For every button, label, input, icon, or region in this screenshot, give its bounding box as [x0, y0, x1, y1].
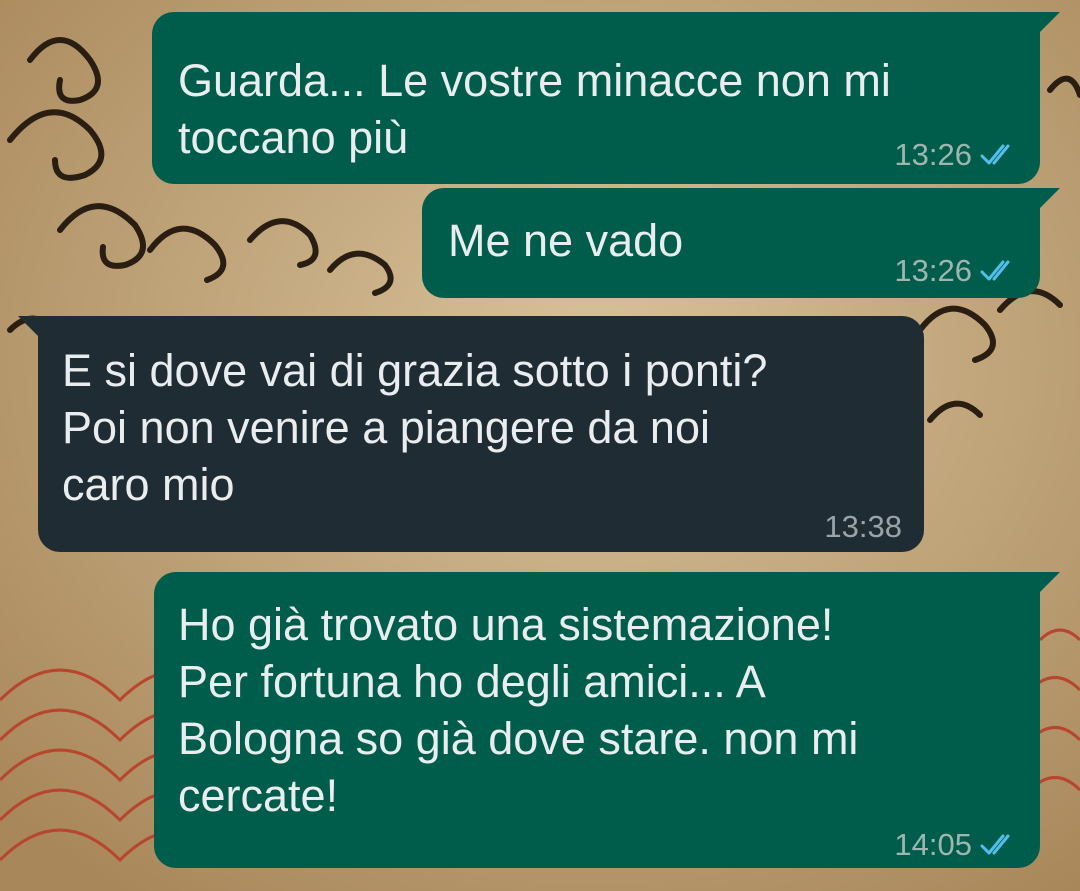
message-meta: 13:38 — [824, 498, 902, 555]
message-bubble-outgoing[interactable]: Guarda... Le vostre minacce non mi tocca… — [152, 12, 1060, 184]
double-check-icon — [980, 144, 1010, 164]
double-check-icon — [980, 260, 1010, 280]
message-meta: 14:05 — [894, 816, 1020, 873]
message-meta: 13:26 — [894, 126, 1020, 183]
message-bubble-outgoing[interactable]: Ho già trovato una sistemazione! Per for… — [154, 572, 1060, 868]
message-time: 14:05 — [894, 827, 972, 862]
message-text: Ho già trovato una sistemazione! Per for… — [178, 599, 859, 821]
message-text: E si dove vai di grazia sotto i ponti? P… — [62, 345, 768, 510]
message-time: 13:26 — [894, 253, 972, 288]
message-meta: 13:26 — [894, 242, 1020, 299]
message-text: Guarda... Le vostre minacce non mi tocca… — [178, 55, 891, 163]
message-time: 13:38 — [824, 509, 902, 544]
message-bubble-outgoing[interactable]: Me ne vado 13:26 — [422, 188, 1060, 299]
message-time: 13:26 — [894, 137, 972, 172]
message-bubble-incoming[interactable]: E si dove vai di grazia sotto i ponti? P… — [18, 316, 924, 555]
double-check-icon — [980, 834, 1010, 854]
message-text: Me ne vado — [448, 215, 684, 266]
